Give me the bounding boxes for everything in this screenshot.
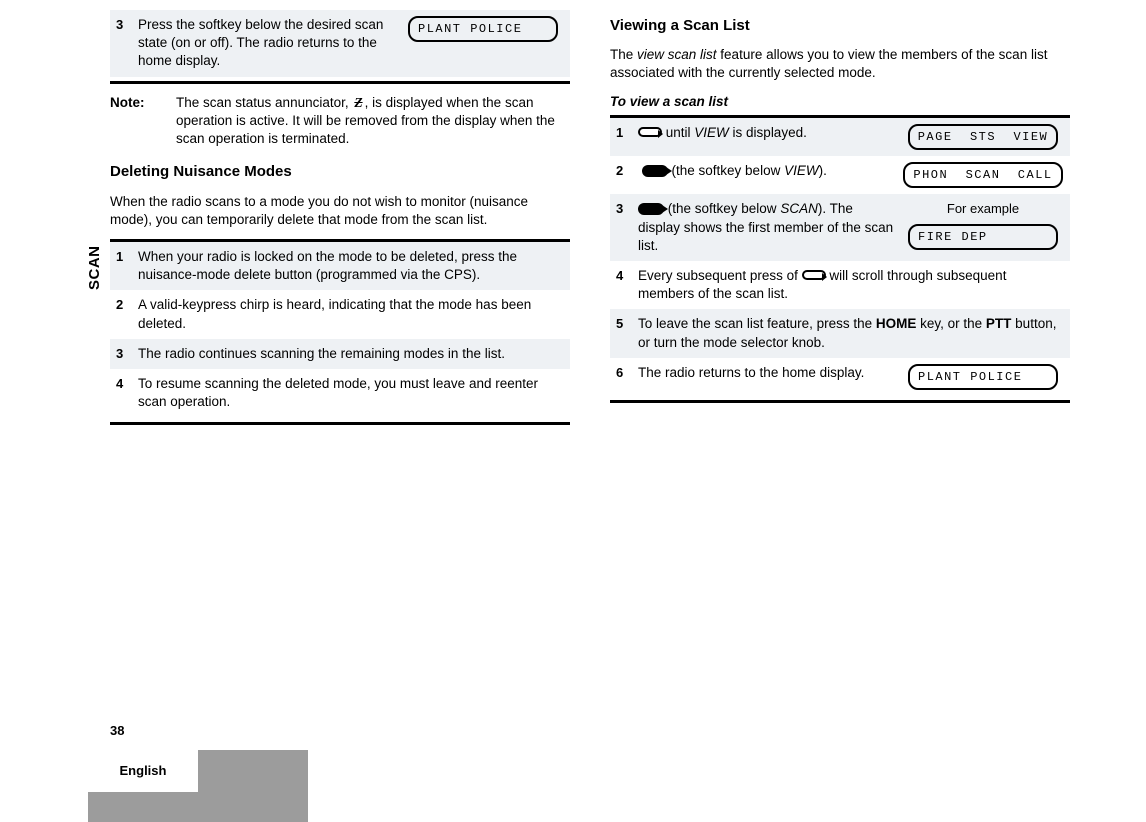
left-column: 3 Press the softkey below the desired sc… <box>110 10 570 435</box>
page-footer: 38 English <box>88 722 388 822</box>
step-number: 2 <box>110 290 138 320</box>
view-step-3: 3 (the softkey below SCAN). The display … <box>610 194 1070 261</box>
softkey-button-icon <box>642 165 668 177</box>
view-step-1: 1 until VIEW is displayed. PAGE STS VIEW <box>610 118 1070 156</box>
step-number: 1 <box>110 242 138 272</box>
text-b: key, or the <box>916 316 986 331</box>
step-lcd-container: For example FIRE DEP <box>900 194 1070 256</box>
lcd-display: PLANT POLICE <box>908 364 1058 390</box>
step-text: A valid-keypress chirp is heard, indicat… <box>138 290 570 338</box>
step-text: When your radio is locked on the mode to… <box>138 242 570 290</box>
body-italic: view scan list <box>637 47 717 62</box>
step-3-press-softkey: 3 Press the softkey below the desired sc… <box>110 10 570 77</box>
text-italic: VIEW <box>694 125 729 140</box>
step-text: To resume scanning the deleted mode, you… <box>138 369 570 417</box>
ptt-button: PTT <box>986 316 1012 331</box>
step-number: 1 <box>610 118 638 148</box>
nuisance-step-4: 4 To resume scanning the deleted mode, y… <box>110 369 570 417</box>
view-step-5: 5 To leave the scan list feature, press … <box>610 309 1070 357</box>
side-tab-scan: SCAN <box>85 245 105 290</box>
page-content: 3 Press the softkey below the desired sc… <box>110 10 1070 435</box>
step-text: until VIEW is displayed. <box>638 118 900 148</box>
step-text: To leave the scan list feature, press th… <box>638 309 1070 357</box>
page-number: 38 <box>88 722 388 740</box>
step-text: The radio returns to the home display. <box>638 358 900 388</box>
home-key: HOME <box>876 316 917 331</box>
note-text-before: The scan status annunciator, <box>176 95 352 110</box>
step-text: (the softkey below SCAN). The display sh… <box>638 194 900 261</box>
for-example-label: For example <box>900 200 1066 218</box>
section-rule <box>610 400 1070 403</box>
lcd-display: FIRE DEP <box>908 224 1058 250</box>
lcd-display: PAGE STS VIEW <box>908 124 1059 150</box>
softkey-button-icon <box>638 203 664 215</box>
step-text: Every subsequent press of will scroll th… <box>638 261 1070 309</box>
text-a: (the softkey below <box>668 163 784 178</box>
note-body: The scan status annunciator, Z, is dis­p… <box>176 94 570 149</box>
lcd-display: PLANT POLICE <box>408 16 558 42</box>
language-tabs: English <box>88 750 388 792</box>
view-step-2: 2 (the softkey below VIEW). PHON SCAN CA… <box>610 156 1070 194</box>
text-b: is displayed. <box>729 125 807 140</box>
step-lcd-container: PLANT POLICE <box>900 358 1070 396</box>
procedure-title: To view a scan list <box>610 93 1070 111</box>
nuisance-body: When the radio scans to a mode you do no… <box>110 193 570 229</box>
step-lcd-container: PHON SCAN CALL <box>900 156 1070 194</box>
text-italic: VIEW <box>784 163 819 178</box>
text-a: Every subsequent press of <box>638 268 802 283</box>
nuisance-step-1: 1 When your radio is locked on the mode … <box>110 242 570 290</box>
footer-strip <box>88 792 308 822</box>
text-b: ). <box>819 163 827 178</box>
step-lcd-container: PLANT POLICE <box>400 10 570 48</box>
note-block: Note: The scan status annunciator, Z, is… <box>110 94 570 149</box>
section-rule <box>110 422 570 425</box>
step-text: (the softkey below VIEW). <box>638 156 900 186</box>
body-part-a: The <box>610 47 637 62</box>
scroll-button-icon <box>802 270 826 280</box>
step-number: 4 <box>610 261 638 291</box>
step-number: 2 <box>610 156 638 186</box>
heading-deleting-nuisance: Deleting Nuisance Modes <box>110 162 570 182</box>
note-label: Note: <box>110 94 176 149</box>
viewing-body: The view scan list feature allows you to… <box>610 46 1070 82</box>
scan-annunciator-icon: Z <box>352 94 364 112</box>
step-number: 4 <box>110 369 138 399</box>
language-tab-inactive <box>198 750 308 792</box>
step-text: Press the softkey below the desired scan… <box>138 10 400 77</box>
step-number: 3 <box>110 339 138 369</box>
language-tab-english: English <box>88 750 198 792</box>
view-step-6: 6 The radio returns to the home display.… <box>610 358 1070 396</box>
step-number: 3 <box>610 194 638 224</box>
nuisance-step-2: 2 A valid-keypress chirp is heard, indic… <box>110 290 570 338</box>
step-text: The radio continues scanning the remaini… <box>138 339 570 369</box>
section-rule <box>110 81 570 84</box>
text-a: To leave the scan list feature, press th… <box>638 316 876 331</box>
view-step-4: 4 Every subsequent press of will scroll … <box>610 261 1070 309</box>
nuisance-step-3: 3 The radio continues scanning the remai… <box>110 339 570 369</box>
step-number: 6 <box>610 358 638 388</box>
text-a: (the softkey below <box>664 201 780 216</box>
text-a: until <box>662 125 694 140</box>
heading-viewing-scan-list: Viewing a Scan List <box>610 16 1070 36</box>
right-column: Viewing a Scan List The view scan list f… <box>610 10 1070 435</box>
step-number: 5 <box>610 309 638 339</box>
scroll-button-icon <box>638 127 662 137</box>
lcd-display: PHON SCAN CALL <box>903 162 1062 188</box>
text-italic: SCAN <box>780 201 818 216</box>
step-lcd-container: PAGE STS VIEW <box>900 118 1070 156</box>
step-number: 3 <box>110 10 138 40</box>
